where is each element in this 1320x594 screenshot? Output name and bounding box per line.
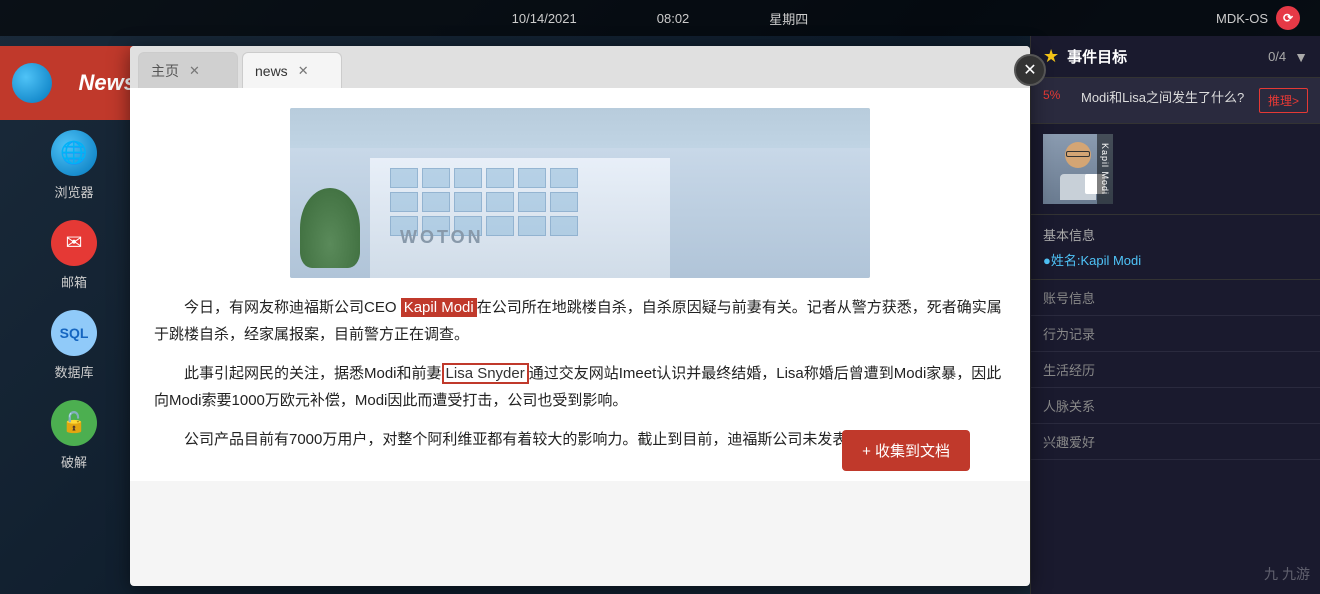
chevron-down-icon[interactable]: ▼ [1294,49,1308,65]
basic-info-title: 基本信息 [1043,225,1308,244]
sidebar-item-database[interactable]: SQL 数据库 [0,300,148,390]
browser-label: 浏览器 [54,182,93,201]
tab-news[interactable]: news ✕ [242,52,342,88]
person-name-info: ●姓名:Kapil Modi [1043,250,1308,269]
mail-label: 邮箱 [61,272,87,291]
section-account[interactable]: 账号信息 [1031,280,1320,316]
building-bg [290,148,870,278]
avatar-glasses [1066,151,1090,157]
section-life[interactable]: 生活经历 [1031,352,1320,388]
browser-icon: 🌐 [51,130,97,176]
avatar-name-text: Kapil Modi [1100,143,1110,195]
article-paragraph-1: 今日，有网友称迪福斯公司CEO Kapil Modi在公司所在地跳楼自杀，自杀原… [154,294,1006,348]
jiuyou-watermark: 九 九游 [1264,564,1310,584]
crack-label: 破解 [61,452,87,471]
basic-info-section: 基本信息 ●姓名:Kapil Modi [1031,215,1320,280]
sidebar-item-browser[interactable]: 🌐 浏览器 [0,120,148,210]
jiuyou-text: 九游 [1282,564,1310,584]
section-behavior[interactable]: 行为记录 [1031,316,1320,352]
database-icon: SQL [51,310,97,356]
section-relations[interactable]: 人脉关系 [1031,388,1320,424]
building-windows [390,168,578,236]
collect-btn-label: + 收集到文档 [862,440,950,461]
news-label: News [79,70,136,96]
avatar[interactable]: Kapil Modi [1043,134,1113,204]
sidebar-item-mail[interactable]: ✉ 邮箱 [0,210,148,300]
os-label: MDK-OS [1216,11,1268,26]
tab-homepage[interactable]: 主页 ✕ [138,52,238,88]
news-app-icon[interactable]: News [0,46,148,120]
jiuyou-logo-icon: 九 [1264,564,1278,584]
crack-icon: 🔓 [51,400,97,446]
database-label: 数据库 [54,362,93,381]
browser-close-button[interactable]: ✕ [1014,54,1046,86]
right-panel: › ★ 事件目标 0/4 ▼ 5% Modi和Lisa之间发生了什么? 推理> … [1030,36,1320,594]
section-interests[interactable]: 兴趣爱好 [1031,424,1320,460]
browser-tab-bar: 主页 ✕ news ✕ [130,46,1030,88]
event-header: ★ 事件目标 0/4 ▼ [1031,36,1320,78]
avatar-body [1060,174,1096,200]
tab-news-close[interactable]: ✕ [296,63,311,79]
status-bar: 10/14/2021 08:02 星期四 MDK-OS ⟳ [0,0,1320,36]
os-indicator: MDK-OS ⟳ [1216,6,1300,30]
event-count: 0/4 [1268,49,1286,64]
event-title: 事件目标 [1067,46,1260,67]
event-task: 5% Modi和Lisa之间发生了什么? 推理> [1031,78,1320,124]
sidebar-item-crack[interactable]: 🔓 破解 [0,390,148,480]
article-paragraph-2: 此事引起网民的关注，据悉Modi和前妻Lisa Snyder通过交友网站Imee… [154,360,1006,414]
avatar-name-label: Kapil Modi [1097,134,1113,204]
person-card: Kapil Modi [1031,124,1320,215]
browser-window: 主页 ✕ news ✕ ✕ [130,46,1030,586]
right-panel-scroll[interactable]: 基本信息 ●姓名:Kapil Modi 账号信息 行为记录 生活经历 人脉关系 … [1031,215,1320,594]
browser-content-scroll[interactable]: WOTON 今日，有网友称迪福斯公司CEO Kapil Modi在公司所在地跳楼… [130,88,1030,586]
star-icon: ★ [1043,46,1059,67]
browser-content: WOTON 今日，有网友称迪福斯公司CEO Kapil Modi在公司所在地跳楼… [130,88,1030,481]
infer-button[interactable]: 推理> [1259,88,1308,113]
date-display: 10/14/2021 [512,11,577,26]
lisa-snyder-highlight[interactable]: Lisa Snyder [442,363,529,384]
article-image: WOTON [290,108,870,278]
os-icon: ⟳ [1276,6,1300,30]
desktop: 10/14/2021 08:02 星期四 MDK-OS ⟳ News 🌐 浏览器… [0,0,1320,594]
tab-news-label: news [255,63,288,79]
trees-decoration [300,188,360,268]
globe-icon [12,63,52,103]
tab-homepage-label: 主页 [151,61,179,81]
woton-label: WOTON [400,227,484,248]
day-display: 星期四 [769,9,808,28]
time-display: 08:02 [657,11,690,26]
task-description: Modi和Lisa之间发生了什么? [1081,88,1251,108]
taskbar: News 🌐 浏览器 ✉ 邮箱 SQL 数据库 🔓 破解 [0,36,148,594]
kapil-modi-highlight-1[interactable]: Kapil Modi [401,298,477,317]
tab-homepage-close[interactable]: ✕ [187,63,202,79]
collect-to-document-button[interactable]: + 收集到文档 [842,430,970,471]
task-progress: 5% [1043,88,1073,102]
mail-icon: ✉ [51,220,97,266]
